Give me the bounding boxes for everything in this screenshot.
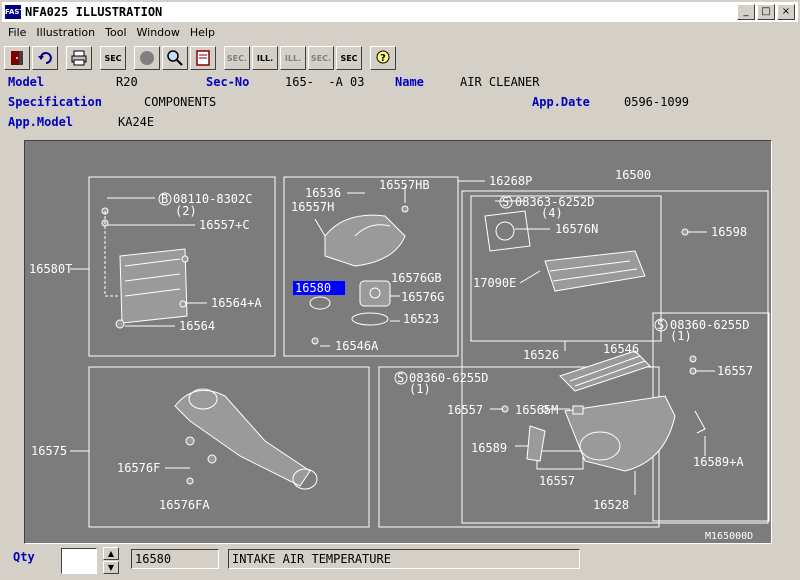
panel-right	[461, 190, 769, 524]
help-icon: ?	[376, 50, 390, 64]
spec-value: COMPONENTS	[144, 95, 217, 109]
qty-input[interactable]	[61, 548, 97, 574]
bolt-s-symbol-2: S	[657, 318, 664, 332]
exit-button[interactable]	[4, 46, 30, 70]
book-button[interactable]	[190, 46, 216, 70]
sec-button[interactable]: SEC	[100, 46, 126, 70]
label-16500[interactable]: 16500	[615, 168, 651, 182]
label-16580[interactable]: 16580	[295, 281, 331, 295]
label-16576fa[interactable]: 16576FA	[159, 498, 210, 512]
label-16589[interactable]: 16589	[471, 441, 507, 455]
close-icon[interactable]: ×	[777, 4, 795, 20]
book-icon	[196, 50, 210, 66]
label-16576n[interactable]: 16576N	[555, 222, 598, 236]
label-16523[interactable]: 16523	[403, 312, 439, 326]
label-16546a[interactable]: 16546A	[335, 339, 379, 353]
undo-icon	[38, 52, 52, 64]
label-08110-qty: (2)	[175, 204, 197, 218]
illustration-canvas[interactable]: B S S S 16580T 08110-8302C (2) 16557+C 1…	[24, 140, 772, 544]
search-icon	[167, 50, 183, 66]
label-16589a[interactable]: 16589+A	[693, 455, 744, 469]
minimize-icon[interactable]: _	[737, 4, 755, 20]
bolt-s-symbol-3: S	[397, 371, 404, 385]
label-16557c[interactable]: 16557+C	[199, 218, 250, 232]
stop-button[interactable]	[134, 46, 160, 70]
label-17090e[interactable]: 17090E	[473, 276, 516, 290]
main-window: FAST NFA025 ILLUSTRATION _ □ × File Illu…	[0, 0, 800, 580]
help-button[interactable]: ?	[370, 46, 396, 70]
menu-window[interactable]: Window	[137, 26, 180, 39]
exit-icon	[11, 51, 23, 65]
maximize-icon[interactable]: □	[757, 4, 775, 20]
label-08360b-qty: (1)	[409, 382, 431, 396]
appmodel-label: App.Model	[8, 115, 74, 129]
label-16576gb[interactable]: 16576GB	[391, 271, 442, 285]
part-number-field: 16580	[131, 549, 219, 569]
title-bar[interactable]: FAST NFA025 ILLUSTRATION _ □ ×	[2, 2, 798, 22]
menu-file[interactable]: File	[8, 26, 26, 39]
name-value: AIR CLEANER	[460, 75, 540, 89]
label-16557b[interactable]: 16557	[539, 474, 575, 488]
name-label: Name	[395, 75, 424, 89]
appdate-value: 0596-1099	[624, 95, 690, 109]
ill-next-button[interactable]: ILL.	[280, 46, 306, 70]
label-16575[interactable]: 16575	[31, 444, 67, 458]
menu-bar: File Illustration Tool Window Help	[2, 23, 798, 41]
secno-value: 165- -A 03	[285, 75, 365, 89]
label-16576f[interactable]: 16576F	[117, 461, 160, 475]
label-16526[interactable]: 16526	[523, 348, 559, 362]
label-16576g[interactable]: 16576G	[401, 290, 444, 304]
bottom-bar: Qty ▲ ▼ 16580 INTAKE AIR TEMPERATURE	[0, 542, 800, 580]
appmodel-value: KA24E	[118, 115, 155, 129]
search-button[interactable]	[162, 46, 188, 70]
illustration-code: M165000D	[705, 531, 753, 542]
label-16564[interactable]: 16564	[179, 319, 215, 333]
secno-label: Sec-No	[206, 75, 250, 89]
bolt-s-symbol-1: S	[502, 195, 509, 209]
print-button[interactable]	[66, 46, 92, 70]
panel-label-box	[536, 450, 584, 470]
printer-icon	[71, 50, 87, 66]
label-16557h[interactable]: 16557H	[291, 200, 334, 214]
label-16546[interactable]: 16546	[603, 342, 639, 356]
label-16557l[interactable]: 16557	[447, 403, 483, 417]
label-16598[interactable]: 16598	[711, 225, 747, 239]
part-name-field: INTAKE AIR TEMPERATURE	[228, 549, 580, 569]
qty-label: Qty	[13, 550, 35, 564]
label-16557r[interactable]: 16557	[717, 364, 753, 378]
svg-text:?: ?	[380, 53, 386, 64]
qty-spin-up[interactable]: ▲	[103, 547, 119, 560]
qty-spin-down[interactable]: ▼	[103, 561, 119, 574]
label-08360a-qty: (1)	[670, 329, 692, 343]
label-16557hb[interactable]: 16557HB	[379, 178, 430, 192]
model-value: R20	[116, 75, 138, 89]
sec-next-dis-button[interactable]: SEC.	[308, 46, 334, 70]
label-16564a[interactable]: 16564+A	[211, 296, 262, 310]
menu-tool[interactable]: Tool	[105, 26, 126, 39]
appdate-label: App.Date	[532, 95, 590, 109]
menu-help[interactable]: Help	[190, 26, 215, 39]
label-16580T[interactable]: 16580T	[29, 262, 72, 276]
undo-button[interactable]	[32, 46, 58, 70]
sec-next-button[interactable]: SEC	[336, 46, 362, 70]
model-label: Model	[8, 75, 45, 89]
label-08363-qty: (4)	[541, 206, 563, 220]
prev-section-button[interactable]: SEC.	[224, 46, 250, 70]
label-16268p[interactable]: 16268P	[489, 174, 532, 188]
menu-illustration[interactable]: Illustration	[36, 26, 95, 39]
label-16536[interactable]: 16536	[305, 186, 341, 200]
circle-icon	[140, 51, 154, 65]
app-icon: FAST	[5, 5, 24, 19]
spec-label: Specification	[8, 95, 102, 109]
label-16528[interactable]: 16528	[593, 498, 629, 512]
window-title: NFA025 ILLUSTRATION	[25, 5, 163, 19]
ill-button[interactable]: ILL.	[252, 46, 278, 70]
bolt-b-symbol: B	[161, 192, 168, 206]
label-16565m[interactable]: 16565M	[515, 403, 558, 417]
toolbar: SEC SEC. ILL. ILL. SEC. SEC ?	[2, 44, 798, 72]
